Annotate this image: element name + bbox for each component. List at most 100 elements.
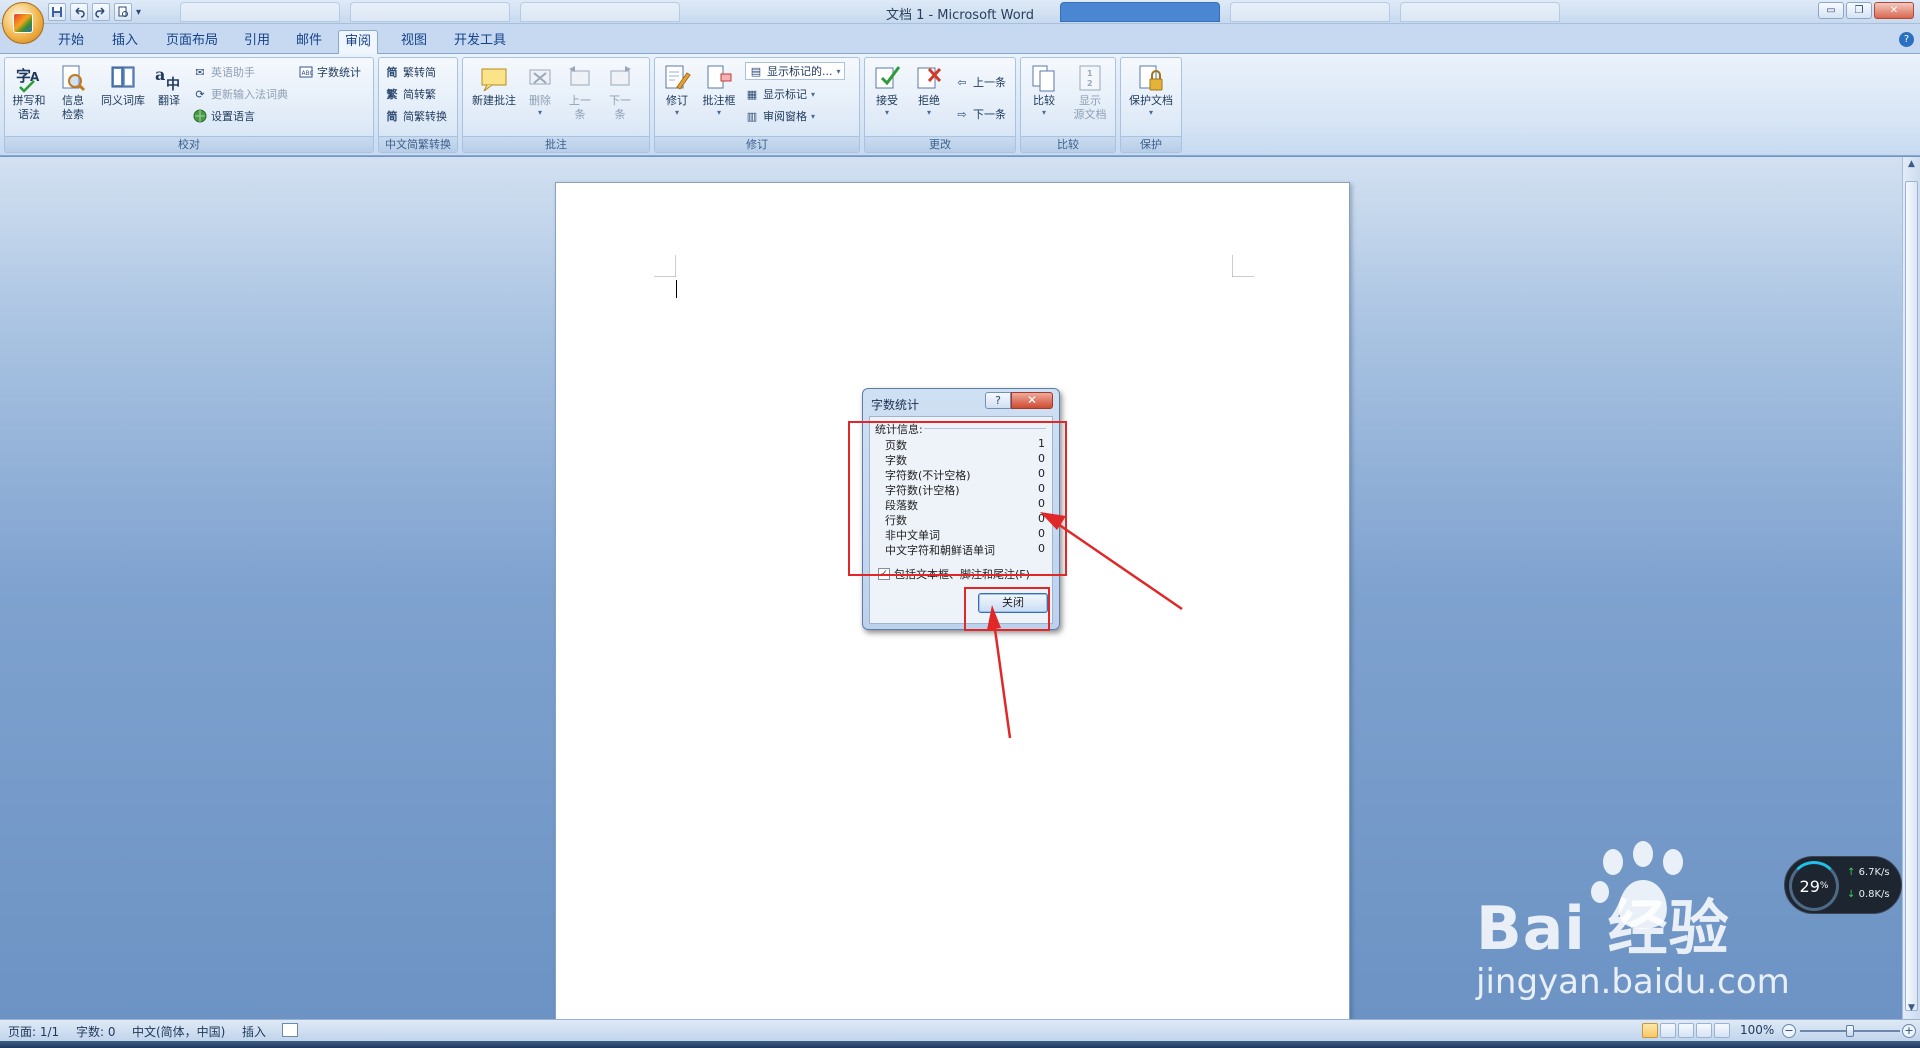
zoom-level[interactable]: 100% bbox=[1740, 1023, 1774, 1037]
quick-access-toolbar: ▾ bbox=[48, 3, 141, 21]
compare-label: 比较 bbox=[1033, 94, 1055, 107]
next-change-button[interactable]: ⇨ 下一条 bbox=[955, 104, 1006, 124]
next-comment-button[interactable]: 下一 条 bbox=[601, 62, 639, 122]
zoom-in-icon[interactable]: + bbox=[1902, 1024, 1916, 1038]
background-tab[interactable] bbox=[1230, 2, 1390, 22]
tab-page-layout[interactable]: 页面布局 bbox=[160, 30, 224, 54]
tab-insert[interactable]: 插入 bbox=[106, 30, 144, 54]
to-traditional-button[interactable]: 繁 简转繁 bbox=[385, 84, 437, 104]
tab-review[interactable]: 审阅 bbox=[338, 30, 379, 54]
tab-view[interactable]: 视图 bbox=[395, 30, 433, 54]
print-preview-icon[interactable] bbox=[114, 3, 132, 21]
group-compare: 比较 ▾ 12 显示 源文档 比较 bbox=[1020, 57, 1116, 153]
lock-icon bbox=[1136, 62, 1166, 94]
office-button[interactable] bbox=[2, 2, 44, 44]
help-icon[interactable]: ? bbox=[1899, 32, 1914, 47]
track-changes-button[interactable]: 修订 ▾ bbox=[657, 62, 697, 117]
tab-references[interactable]: 引用 bbox=[238, 30, 276, 54]
status-bar: 页面: 1/1 字数: 0 中文(简体，中国) 插入 100% − + bbox=[0, 1019, 1920, 1041]
dialog-help-button[interactable]: ? bbox=[985, 392, 1011, 409]
previous-comment-icon bbox=[565, 62, 595, 94]
balloons-button[interactable]: 批注框 ▾ bbox=[697, 62, 741, 117]
outline-view-icon[interactable] bbox=[1696, 1023, 1712, 1038]
reject-button[interactable]: 拒绝 ▾ bbox=[909, 62, 949, 117]
network-speed-widget[interactable]: 29% ↑ 6.7K/s ↓ 0.8K/s bbox=[1784, 856, 1902, 914]
to-traditional-label: 简转繁 bbox=[403, 88, 436, 101]
spelling-grammar-button[interactable]: 字A 拼写和 语法 bbox=[7, 62, 51, 122]
background-tab[interactable] bbox=[520, 2, 680, 22]
status-language[interactable]: 中文(简体，中国) bbox=[132, 1023, 225, 1040]
to-simplified-button[interactable]: 简 繁转简 bbox=[385, 62, 437, 82]
tab-developer[interactable]: 开发工具 bbox=[448, 30, 512, 54]
previous-change-icon: ⇦ bbox=[957, 75, 967, 89]
update-ime-button[interactable]: ⟳ 更新输入法词典 bbox=[193, 84, 288, 104]
group-proofing: 字A 拼写和 语法 信息 检索 同义词库 a中 翻译 ✉ 英语助手 ⟳ 更新输入… bbox=[4, 57, 374, 153]
new-comment-icon bbox=[479, 62, 509, 94]
draft-view-icon[interactable] bbox=[1714, 1023, 1730, 1038]
word-count-button[interactable]: ABC 字数统计 bbox=[299, 62, 361, 82]
group-comments: 新建批注 删除 ▾ 上一 条 下一 条 批注 bbox=[462, 57, 650, 153]
qat-customize-icon[interactable]: ▾ bbox=[136, 7, 141, 18]
translate-button[interactable]: a中 翻译 bbox=[147, 62, 191, 108]
research-icon bbox=[58, 62, 88, 94]
stats-highlight-box bbox=[848, 421, 1067, 576]
redo-icon[interactable] bbox=[92, 3, 110, 21]
status-page[interactable]: 页面: 1/1 bbox=[8, 1023, 59, 1040]
dialog-close-icon[interactable]: ✕ bbox=[1011, 392, 1053, 409]
zoom-slider-thumb[interactable] bbox=[1846, 1025, 1854, 1037]
minimize-button[interactable]: ▭ bbox=[1818, 2, 1844, 19]
status-word-count[interactable]: 字数: 0 bbox=[76, 1023, 116, 1040]
word-count-icon: ABC bbox=[299, 65, 313, 79]
english-assistant-button[interactable]: ✉ 英语助手 bbox=[193, 62, 255, 82]
compare-button[interactable]: 比较 ▾ bbox=[1023, 62, 1065, 117]
show-source-button[interactable]: 12 显示 源文档 bbox=[1067, 62, 1113, 122]
background-tab[interactable] bbox=[350, 2, 510, 22]
upload-speed: ↑ 6.7K/s bbox=[1847, 867, 1890, 878]
full-screen-reading-icon[interactable] bbox=[1660, 1023, 1676, 1038]
status-insert-mode[interactable]: 插入 bbox=[242, 1023, 266, 1040]
previous-change-button[interactable]: ⇦ 上一条 bbox=[955, 72, 1006, 92]
tab-home[interactable]: 开始 bbox=[52, 30, 90, 54]
conversion-button[interactable]: 简 简繁转换 bbox=[385, 106, 448, 126]
final-showing-dropdown[interactable]: ▤ 显示标记的... ▾ bbox=[745, 62, 845, 80]
vertical-scrollbar[interactable]: ▲ ▼ bbox=[1902, 157, 1920, 1019]
reject-icon bbox=[914, 62, 944, 94]
dropdown-arrow-icon: ▾ bbox=[836, 66, 841, 76]
group-label-changes: 更改 bbox=[865, 136, 1015, 152]
scroll-thumb[interactable] bbox=[1905, 181, 1918, 1011]
set-language-button[interactable]: 设置语言 bbox=[193, 106, 255, 126]
scroll-up-icon[interactable]: ▲ bbox=[1905, 159, 1918, 173]
web-layout-icon[interactable] bbox=[1678, 1023, 1694, 1038]
dropdown-arrow-icon: ▾ bbox=[1041, 108, 1046, 117]
reviewing-pane-button[interactable]: ▥ 审阅窗格 ▾ bbox=[745, 106, 815, 126]
macro-record-icon[interactable] bbox=[282, 1023, 298, 1037]
show-markup-button[interactable]: ▦ 显示标记 ▾ bbox=[745, 84, 815, 104]
svg-text:2: 2 bbox=[1087, 79, 1093, 88]
tab-mailings[interactable]: 邮件 bbox=[290, 30, 328, 54]
new-comment-button[interactable]: 新建批注 bbox=[467, 62, 521, 108]
background-tab[interactable] bbox=[180, 2, 340, 22]
svg-text:字: 字 bbox=[16, 67, 31, 85]
group-label-compare: 比较 bbox=[1021, 136, 1115, 152]
zoom-out-icon[interactable]: − bbox=[1782, 1024, 1796, 1038]
show-markup-label: 显示标记 bbox=[763, 88, 807, 101]
group-label-tracking: 修订 bbox=[655, 136, 859, 152]
close-highlight-box bbox=[964, 587, 1050, 631]
usage-percent-unit: % bbox=[1819, 881, 1829, 891]
research-button[interactable]: 信息 检索 bbox=[51, 62, 95, 122]
print-layout-view-icon[interactable] bbox=[1642, 1023, 1658, 1038]
text-cursor bbox=[676, 280, 677, 298]
spelling-icon: 字A bbox=[14, 62, 44, 94]
restore-button[interactable]: ❐ bbox=[1846, 2, 1872, 19]
svg-text:a: a bbox=[155, 65, 165, 84]
active-background-tab[interactable] bbox=[1060, 2, 1220, 22]
ribbon-tab-bar: 开始 插入 页面布局 引用 邮件 审阅 视图 开发工具 ? bbox=[0, 24, 1920, 54]
accept-button[interactable]: 接受 ▾ bbox=[867, 62, 907, 117]
taskbar bbox=[0, 1041, 1920, 1048]
protect-document-button[interactable]: 保护文档 ▾ bbox=[1125, 62, 1177, 117]
scroll-down-icon[interactable]: ▼ bbox=[1905, 1003, 1918, 1017]
close-window-button[interactable]: ✕ bbox=[1874, 2, 1914, 19]
background-tab[interactable] bbox=[1400, 2, 1560, 22]
save-icon[interactable] bbox=[48, 3, 66, 21]
undo-icon[interactable] bbox=[70, 3, 88, 21]
